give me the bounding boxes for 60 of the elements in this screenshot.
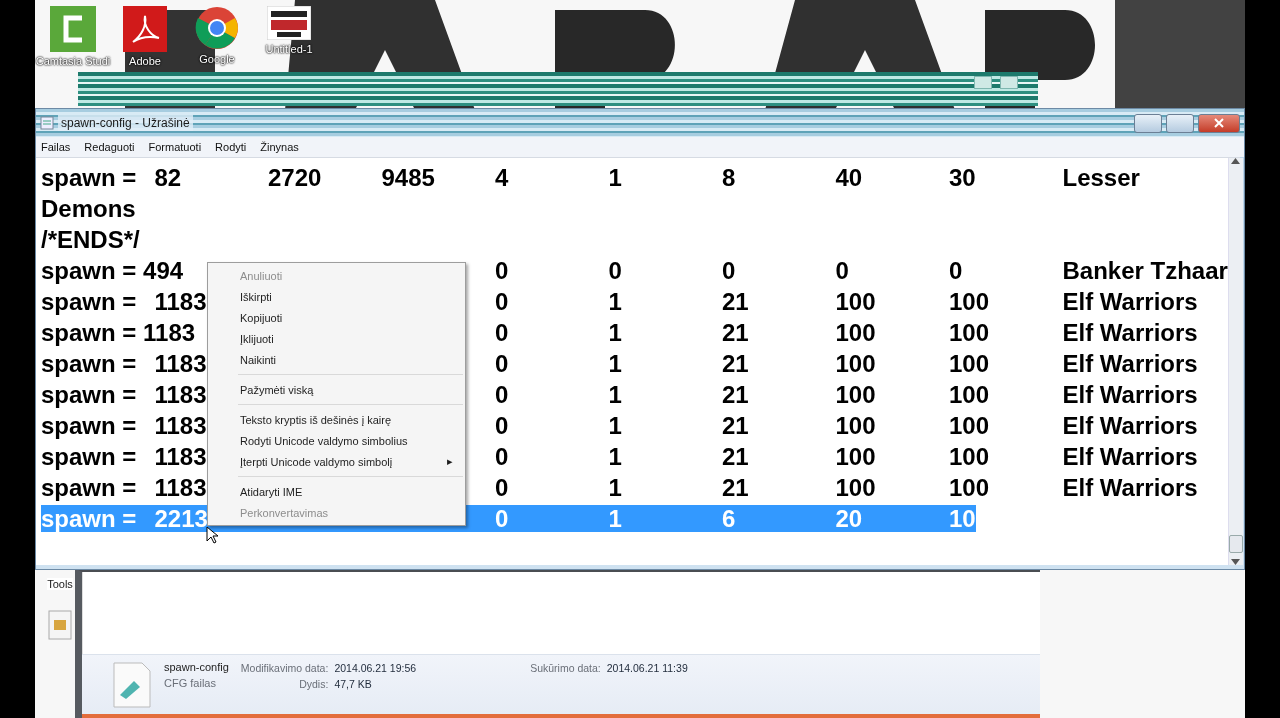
text-line: spawn = 1183: [41, 474, 207, 501]
menu-item[interactable]: Rodyti: [215, 141, 247, 153]
menu-item[interactable]: Pažymėti viską: [208, 379, 465, 400]
menu-item[interactable]: Redaguoti: [84, 141, 135, 153]
camtasia-icon[interactable]: [50, 6, 96, 52]
text-line: 0 0 0 0 0 Banker Tzhaar: [495, 257, 1228, 284]
image-icon[interactable]: [267, 6, 311, 40]
submenu-arrow: ▸: [447, 455, 453, 468]
menu-item[interactable]: Atidaryti IME: [208, 481, 465, 502]
window-title: spawn-config - Užrašinė: [58, 115, 193, 131]
text-line: /*ENDS*/: [41, 226, 140, 253]
property-label: Sukūrimo data:: [530, 662, 601, 674]
file-name: spawn-config: [164, 661, 229, 673]
icon-label: Camtasia Studi: [35, 55, 111, 67]
close-button[interactable]: [1198, 113, 1240, 133]
menu-item[interactable]: Teksto kryptis iš dešinės į kairę: [208, 409, 465, 430]
scroll-down-icon[interactable]: [1231, 559, 1241, 565]
property-label: Dydis:: [298, 678, 329, 690]
text-line: Demons: [41, 195, 136, 222]
scrollbar-thumb[interactable]: [1228, 535, 1243, 553]
file-type: CFG failas: [164, 677, 217, 689]
pdf-icon[interactable]: [123, 6, 167, 52]
menu-item[interactable]: Įklijuoti: [208, 328, 465, 349]
text-line: spawn = 1183: [41, 381, 207, 408]
text-line: spawn = 1183: [41, 443, 207, 470]
text-line: 0 1 21 100 100 Elf Warriors: [495, 381, 1198, 408]
menu-item[interactable]: Failas: [41, 141, 71, 153]
submenu-item[interactable]: Įterpti Unicode valdymo simbolį ▸: [208, 451, 465, 472]
menu-item[interactable]: Rodyti Unicode valdymo simbolius: [208, 430, 465, 451]
menu-item[interactable]: Iškirpti: [208, 286, 465, 307]
text-line: 0 1 21 100 100 Elf Warriors: [495, 350, 1198, 377]
browser-icon[interactable]: [195, 6, 239, 50]
text-line: spawn = 494: [41, 257, 184, 284]
icon-label: Tools: [47, 578, 73, 590]
icon-label: Adobe: [129, 55, 161, 67]
menu-item[interactable]: Žinynas: [260, 141, 299, 153]
menu-item[interactable]: Formatuoti: [148, 141, 202, 153]
text-line: 0 1 21 100 100 Elf Warriors: [495, 288, 1198, 315]
menu-item[interactable]: Naikinti: [208, 349, 465, 370]
notepad-icon: [40, 116, 54, 130]
minimize-button[interactable]: [1134, 113, 1162, 133]
text-line: 0 1 21 100 100 Elf Warriors: [495, 319, 1198, 346]
text-line: spawn = 1183: [41, 350, 207, 377]
text-line: spawn = 1183: [41, 412, 207, 439]
file-icon[interactable]: [48, 610, 72, 640]
text-line: 0 1 21 100 100 Elf Warriors: [495, 474, 1198, 501]
scrollbar[interactable]: [1227, 158, 1243, 565]
menu-item[interactable]: Kopijuoti: [208, 307, 465, 328]
maximize-button[interactable]: [1166, 113, 1194, 133]
text-line: spawn = 1183: [41, 319, 196, 346]
text-line: spawn = 82 2720 9485 4 1 8 40 30 Lesser: [41, 164, 1140, 191]
text-line: 0 1 21 100 100 Elf Warriors: [495, 412, 1198, 439]
property-value: 2014.06.21 11:39: [606, 662, 688, 674]
property-value: 47,7 KB: [334, 678, 373, 690]
text-line: spawn = 1183: [41, 288, 207, 315]
property-label: Modifikavimo data:: [240, 662, 329, 674]
property-value: 2014.06.21 19:56: [334, 662, 417, 674]
close-icon: [1214, 118, 1224, 128]
text-line: 0 1 21 100 100 Elf Warriors: [495, 443, 1198, 470]
notepad-file-icon: [112, 661, 152, 709]
